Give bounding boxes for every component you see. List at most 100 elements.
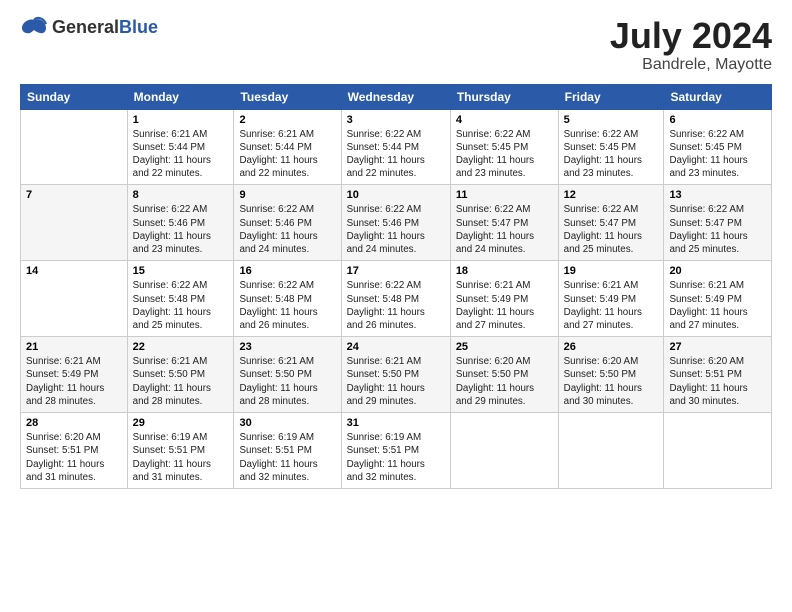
day-number: 1 bbox=[133, 114, 229, 126]
calendar-cell: 19 Sunrise: 6:21 AM Sunset: 5:49 PM Dayli… bbox=[558, 261, 664, 337]
day-number: 4 bbox=[456, 114, 553, 126]
calendar-cell: 23Sunrise: 6:21 AM Sunset: 5:50 PM Dayli… bbox=[234, 337, 341, 413]
calendar-cell: 29 Sunrise: 6:19 AM Sunset: 5:51 PM Dayli… bbox=[127, 413, 234, 489]
calendar-cell bbox=[450, 413, 558, 489]
header: GeneralBlue July 2024 Bandrele, Mayotte bbox=[20, 16, 772, 74]
calendar-week-4: 28 Sunrise: 6:20 AM Sunset: 5:51 PM Dayli… bbox=[21, 413, 772, 489]
day-info: Sunrise: 6:22 AM Sunset: 5:46 PM Dayligh… bbox=[347, 203, 445, 256]
calendar-week-2: 14 15 Sunrise: 6:22 AM Sunset: 5:48 PM Day… bbox=[21, 261, 772, 337]
calendar-cell: 24Sunrise: 6:21 AM Sunset: 5:50 PM Dayli… bbox=[341, 337, 450, 413]
calendar-cell: 30 Sunrise: 6:19 AM Sunset: 5:51 PM Dayli… bbox=[234, 413, 341, 489]
calendar-table: Sunday Monday Tuesday Wednesday Thursday… bbox=[20, 84, 772, 489]
day-number: 15 bbox=[133, 265, 229, 277]
day-number: 21 bbox=[26, 341, 122, 353]
main-title: July 2024 bbox=[610, 16, 772, 56]
day-number: 7 bbox=[26, 189, 122, 201]
calendar-cell: 8 Sunrise: 6:22 AM Sunset: 5:46 PM Daylig… bbox=[127, 185, 234, 261]
header-friday: Friday bbox=[558, 84, 664, 109]
title-block: July 2024 Bandrele, Mayotte bbox=[610, 16, 772, 74]
subtitle: Bandrele, Mayotte bbox=[610, 56, 772, 74]
day-number: 6 bbox=[669, 114, 766, 126]
day-number: 17 bbox=[347, 265, 445, 277]
day-info: Sunrise: 6:21 AM Sunset: 5:44 PM Dayligh… bbox=[239, 128, 335, 181]
day-info: Sunrise: 6:21 AM Sunset: 5:44 PM Dayligh… bbox=[133, 128, 229, 181]
calendar-week-1: 78 Sunrise: 6:22 AM Sunset: 5:46 PM Dayli… bbox=[21, 185, 772, 261]
day-info: Sunrise: 6:22 AM Sunset: 5:46 PM Dayligh… bbox=[133, 203, 229, 256]
calendar-cell: 22Sunrise: 6:21 AM Sunset: 5:50 PM Dayli… bbox=[127, 337, 234, 413]
day-info: Sunrise: 6:22 AM Sunset: 5:48 PM Dayligh… bbox=[133, 279, 229, 332]
day-info: Sunrise: 6:20 AM Sunset: 5:50 PM Dayligh… bbox=[564, 355, 659, 408]
day-info: Sunrise: 6:20 AM Sunset: 5:50 PM Dayligh… bbox=[456, 355, 553, 408]
logo-blue: Blue bbox=[119, 17, 158, 37]
day-info: Sunrise: 6:22 AM Sunset: 5:44 PM Dayligh… bbox=[347, 128, 445, 181]
calendar-cell: 14 bbox=[21, 261, 128, 337]
day-number: 29 bbox=[133, 417, 229, 429]
day-info: Sunrise: 6:21 AM Sunset: 5:50 PM Dayligh… bbox=[239, 355, 335, 408]
day-info: Sunrise: 6:22 AM Sunset: 5:45 PM Dayligh… bbox=[456, 128, 553, 181]
calendar-cell: 26 Sunrise: 6:20 AM Sunset: 5:50 PM Dayli… bbox=[558, 337, 664, 413]
day-info: Sunrise: 6:22 AM Sunset: 5:47 PM Dayligh… bbox=[456, 203, 553, 256]
calendar-cell: 4 Sunrise: 6:22 AM Sunset: 5:45 PM Daylig… bbox=[450, 109, 558, 185]
day-number: 12 bbox=[564, 189, 659, 201]
day-info: Sunrise: 6:22 AM Sunset: 5:45 PM Dayligh… bbox=[669, 128, 766, 181]
day-number: 22 bbox=[133, 341, 229, 353]
day-number: 2 bbox=[239, 114, 335, 126]
page: GeneralBlue July 2024 Bandrele, Mayotte … bbox=[0, 0, 792, 612]
logo: GeneralBlue bbox=[20, 16, 158, 38]
logo-text: GeneralBlue bbox=[52, 17, 158, 38]
day-info: Sunrise: 6:22 AM Sunset: 5:48 PM Dayligh… bbox=[239, 279, 335, 332]
day-number: 16 bbox=[239, 265, 335, 277]
calendar-header-row: Sunday Monday Tuesday Wednesday Thursday… bbox=[21, 84, 772, 109]
day-number: 18 bbox=[456, 265, 553, 277]
day-info: Sunrise: 6:19 AM Sunset: 5:51 PM Dayligh… bbox=[239, 431, 335, 484]
day-number: 31 bbox=[347, 417, 445, 429]
calendar-cell: 27 Sunrise: 6:20 AM Sunset: 5:51 PM Dayli… bbox=[664, 337, 772, 413]
calendar-week-3: 21 Sunrise: 6:21 AM Sunset: 5:49 PM Dayli… bbox=[21, 337, 772, 413]
day-number: 27 bbox=[669, 341, 766, 353]
calendar-cell: 31 Sunrise: 6:19 AM Sunset: 5:51 PM Dayli… bbox=[341, 413, 450, 489]
day-number: 5 bbox=[564, 114, 659, 126]
day-number: 19 bbox=[564, 265, 659, 277]
calendar-cell: 18Sunrise: 6:21 AM Sunset: 5:49 PM Dayli… bbox=[450, 261, 558, 337]
calendar-cell: 15 Sunrise: 6:22 AM Sunset: 5:48 PM Dayli… bbox=[127, 261, 234, 337]
calendar-cell: 25 Sunrise: 6:20 AM Sunset: 5:50 PM Dayli… bbox=[450, 337, 558, 413]
header-monday: Monday bbox=[127, 84, 234, 109]
logo-general: General bbox=[52, 17, 119, 37]
calendar-week-0: 1 Sunrise: 6:21 AM Sunset: 5:44 PM Daylig… bbox=[21, 109, 772, 185]
calendar-cell bbox=[664, 413, 772, 489]
day-number: 26 bbox=[564, 341, 659, 353]
calendar-cell: 20 Sunrise: 6:21 AM Sunset: 5:49 PM Dayli… bbox=[664, 261, 772, 337]
day-info: Sunrise: 6:20 AM Sunset: 5:51 PM Dayligh… bbox=[26, 431, 122, 484]
calendar-cell bbox=[21, 109, 128, 185]
day-info: Sunrise: 6:22 AM Sunset: 5:47 PM Dayligh… bbox=[669, 203, 766, 256]
day-info: Sunrise: 6:22 AM Sunset: 5:45 PM Dayligh… bbox=[564, 128, 659, 181]
day-info: Sunrise: 6:21 AM Sunset: 5:49 PM Dayligh… bbox=[26, 355, 122, 408]
calendar-cell: 7 bbox=[21, 185, 128, 261]
day-number: 10 bbox=[347, 189, 445, 201]
header-sunday: Sunday bbox=[21, 84, 128, 109]
day-number: 25 bbox=[456, 341, 553, 353]
day-number: 30 bbox=[239, 417, 335, 429]
day-number: 13 bbox=[669, 189, 766, 201]
header-wednesday: Wednesday bbox=[341, 84, 450, 109]
day-info: Sunrise: 6:21 AM Sunset: 5:50 PM Dayligh… bbox=[347, 355, 445, 408]
day-number: 28 bbox=[26, 417, 122, 429]
day-number: 14 bbox=[26, 265, 122, 277]
calendar-cell: 11Sunrise: 6:22 AM Sunset: 5:47 PM Dayli… bbox=[450, 185, 558, 261]
calendar-cell: 21 Sunrise: 6:21 AM Sunset: 5:49 PM Dayli… bbox=[21, 337, 128, 413]
calendar-cell: 6 Sunrise: 6:22 AM Sunset: 5:45 PM Daylig… bbox=[664, 109, 772, 185]
calendar-cell: 17Sunrise: 6:22 AM Sunset: 5:48 PM Dayli… bbox=[341, 261, 450, 337]
calendar-cell: 28 Sunrise: 6:20 AM Sunset: 5:51 PM Dayli… bbox=[21, 413, 128, 489]
day-info: Sunrise: 6:21 AM Sunset: 5:49 PM Dayligh… bbox=[564, 279, 659, 332]
header-tuesday: Tuesday bbox=[234, 84, 341, 109]
calendar-cell: 13 Sunrise: 6:22 AM Sunset: 5:47 PM Dayli… bbox=[664, 185, 772, 261]
day-info: Sunrise: 6:19 AM Sunset: 5:51 PM Dayligh… bbox=[133, 431, 229, 484]
day-info: Sunrise: 6:19 AM Sunset: 5:51 PM Dayligh… bbox=[347, 431, 445, 484]
day-info: Sunrise: 6:21 AM Sunset: 5:49 PM Dayligh… bbox=[669, 279, 766, 332]
day-number: 8 bbox=[133, 189, 229, 201]
day-info: Sunrise: 6:22 AM Sunset: 5:47 PM Dayligh… bbox=[564, 203, 659, 256]
day-info: Sunrise: 6:20 AM Sunset: 5:51 PM Dayligh… bbox=[669, 355, 766, 408]
header-saturday: Saturday bbox=[664, 84, 772, 109]
day-number: 3 bbox=[347, 114, 445, 126]
day-number: 20 bbox=[669, 265, 766, 277]
